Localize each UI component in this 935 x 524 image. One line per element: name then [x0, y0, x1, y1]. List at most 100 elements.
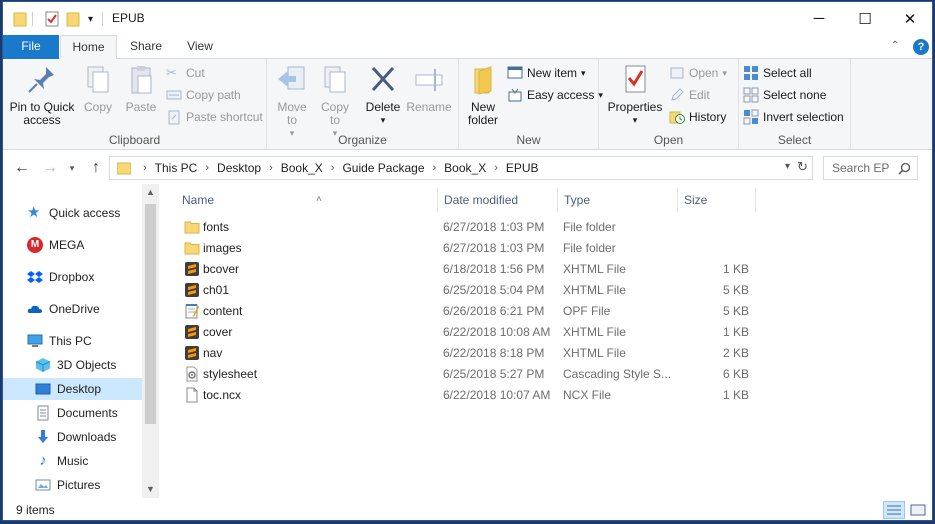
nav-item-dropbox[interactable]: Dropbox: [27, 266, 94, 288]
select-all-button[interactable]: Select all: [743, 64, 812, 82]
tab-home[interactable]: Home: [60, 35, 117, 60]
properties-button[interactable]: Properties ▾: [607, 63, 663, 127]
file-row[interactable]: fonts 6/27/2018 1:03 PM File folder: [176, 217, 756, 238]
file-date-modified: 6/27/2018 1:03 PM: [443, 241, 545, 255]
select-none-button[interactable]: Select none: [743, 86, 826, 104]
easy-access-label: Easy access: [527, 88, 595, 102]
new-item-button[interactable]: New item ▾: [507, 64, 586, 82]
nav-item-onedrive[interactable]: OneDrive: [27, 298, 100, 320]
breadcrumb-guide-package[interactable]: Guide Package ›: [342, 161, 444, 175]
search-input[interactable]: Search EP: [823, 156, 918, 180]
column-header-label: Name: [182, 193, 215, 207]
column-header-date[interactable]: Date modified: [438, 188, 558, 212]
select-none-label: Select none: [763, 88, 827, 102]
invert-selection-button[interactable]: Invert selection: [743, 108, 844, 126]
move-to-button[interactable]: Move to ▾: [271, 63, 313, 140]
breadcrumb-book-x[interactable]: Book_X ›: [281, 161, 343, 175]
ribbon-expand-icon[interactable]: ⌃: [891, 40, 899, 51]
rename-button[interactable]: Rename: [406, 63, 452, 114]
forward-arrow-icon[interactable]: →: [40, 159, 60, 177]
help-icon[interactable]: ?: [913, 39, 929, 55]
cut-button[interactable]: ✂ Cut: [166, 64, 205, 82]
tab-view[interactable]: View: [177, 35, 223, 59]
move-to-label: Move to: [277, 100, 307, 127]
recent-locations-chevron-icon[interactable]: ▾: [62, 159, 82, 177]
back-arrow-icon[interactable]: ←: [12, 159, 32, 177]
scroll-up-arrow-icon[interactable]: ▲: [142, 184, 159, 201]
nav-item-quick-access[interactable]: ★ Quick access: [27, 202, 120, 224]
copy-to-button[interactable]: Copy to ▾: [315, 63, 355, 140]
edit-button[interactable]: Edit: [669, 86, 710, 104]
cut-label: Cut: [186, 66, 205, 80]
nav-item-music[interactable]: ♪ Music: [35, 450, 88, 472]
breadcrumb-book-x-2[interactable]: Book_X ›: [444, 161, 506, 175]
breadcrumb-desktop[interactable]: Desktop ›: [217, 161, 281, 175]
pin-to-quick-access-button[interactable]: Pin to Quick access: [7, 63, 77, 127]
open-group: Properties ▾ Open ▾ Edit History Open: [599, 59, 739, 150]
nav-item-this-pc[interactable]: This PC: [27, 330, 92, 352]
refresh-icon[interactable]: ↻: [797, 159, 808, 175]
column-header-size[interactable]: Size: [678, 188, 756, 212]
address-bar[interactable]: › This PC › Desktop › Book_X › Guide Packag…: [109, 156, 813, 180]
desktop-icon: [35, 383, 51, 395]
close-button[interactable]: ✕: [887, 2, 932, 35]
nav-item-label: 3D Objects: [57, 358, 117, 372]
new-folder-button[interactable]: New folder: [463, 63, 503, 127]
breadcrumb-epub[interactable]: EPUB: [506, 161, 539, 175]
up-arrow-icon[interactable]: ↑: [86, 159, 106, 177]
maximize-button[interactable]: ☐: [842, 2, 888, 35]
scroll-down-arrow-icon[interactable]: ▼: [142, 481, 159, 498]
tab-file[interactable]: File: [3, 35, 59, 59]
file-row[interactable]: images 6/27/2018 1:03 PM File folder: [176, 238, 756, 259]
new-folder-quick-icon[interactable]: [66, 10, 80, 28]
nav-item-documents[interactable]: Documents: [35, 402, 118, 424]
file-date-modified: 6/22/2018 8:18 PM: [443, 346, 545, 360]
file-row[interactable]: ch01 6/25/2018 5:04 PM XHTML File 5 KB: [176, 280, 756, 301]
file-size: 1 KB: [722, 262, 749, 276]
file-date-modified: 6/26/2018 6:21 PM: [443, 304, 545, 318]
details-view-button[interactable]: [883, 501, 905, 519]
column-header-name[interactable]: Name ˄: [176, 188, 438, 212]
history-button[interactable]: History: [669, 108, 726, 126]
nav-item-mega[interactable]: M MEGA: [27, 234, 84, 256]
file-row[interactable]: nav 6/22/2018 8:18 PM XHTML File 2 KB: [176, 343, 756, 364]
paste-icon: [131, 66, 152, 94]
column-header-type[interactable]: Type: [558, 188, 678, 212]
open-button[interactable]: Open ▾: [669, 64, 727, 82]
properties-quick-icon[interactable]: [44, 10, 60, 28]
breadcrumb-this-pc[interactable]: This PC ›: [155, 161, 217, 175]
tab-share[interactable]: Share: [121, 35, 171, 59]
file-row[interactable]: cover 6/22/2018 10:08 AM XHTML File 1 KB: [176, 322, 756, 343]
column-header-label: Date modified: [444, 193, 519, 207]
nav-item-pictures[interactable]: Pictures: [35, 474, 100, 496]
nav-item-label: Quick access: [49, 206, 121, 220]
file-row[interactable]: toc.ncx 6/22/2018 10:07 AM NCX File 1 KB: [176, 385, 756, 406]
address-dropdown-icon[interactable]: ▾: [785, 161, 790, 172]
paste-shortcut-button[interactable]: Paste shortcut: [166, 108, 263, 126]
easy-access-button[interactable]: Easy access ▾: [507, 86, 603, 104]
file-name: toc.ncx: [203, 388, 242, 402]
column-header-label: Type: [564, 193, 591, 207]
file-row[interactable]: bcover 6/18/2018 1:56 PM XHTML File 1 KB: [176, 259, 756, 280]
file-date-modified: 6/25/2018 5:27 PM: [443, 367, 545, 381]
dropbox-icon: [27, 271, 43, 283]
copy-path-button[interactable]: Copy path: [166, 86, 241, 104]
large-icons-view-button[interactable]: [907, 501, 929, 519]
file-row[interactable]: content 6/26/2018 6:21 PM OPF File 5 KB: [176, 301, 756, 322]
nav-item-downloads[interactable]: Downloads: [35, 426, 116, 448]
nav-item-3d-objects[interactable]: 3D Objects: [35, 354, 116, 376]
file-name: nav: [203, 346, 223, 360]
nav-pane-scrollbar[interactable]: ▲ ▼: [142, 184, 159, 498]
status-bar: 9 items: [3, 498, 932, 520]
nav-item-desktop[interactable]: Desktop: [3, 378, 142, 400]
copy-button[interactable]: Copy: [79, 63, 117, 114]
scrollbar-thumb[interactable]: [145, 204, 156, 424]
delete-button[interactable]: Delete ▾: [363, 63, 403, 127]
file-name: ch01: [203, 283, 230, 297]
pin-icon: [28, 67, 54, 93]
minimize-button[interactable]: ─: [796, 2, 842, 35]
file-row[interactable]: stylesheet 6/25/2018 5:27 PM Cascading Sty…: [176, 364, 756, 385]
paste-button[interactable]: Paste: [121, 63, 161, 114]
customize-quick-access-icon[interactable]: ▾: [88, 10, 93, 28]
sublime-file-icon: [184, 345, 200, 361]
